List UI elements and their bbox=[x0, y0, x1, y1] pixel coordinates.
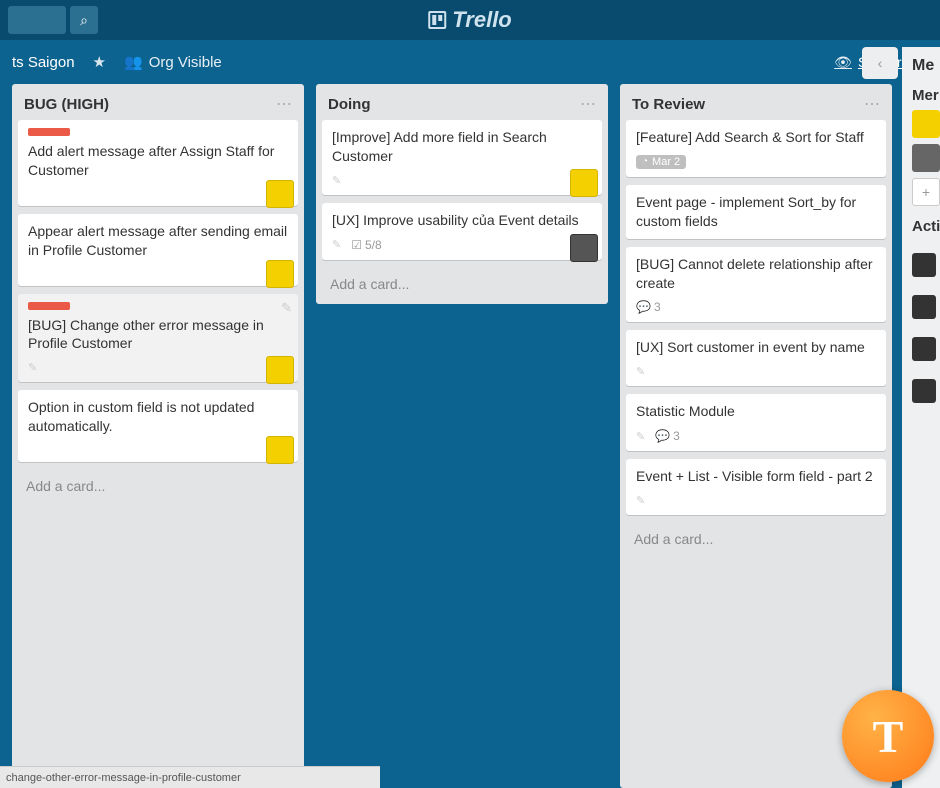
card-list: Add alert message after Assign Staff for… bbox=[18, 120, 298, 468]
star-icon[interactable]: ★ bbox=[93, 53, 106, 71]
add-card-button[interactable]: Add a card... bbox=[18, 468, 298, 506]
list-title[interactable]: BUG (HIGH) bbox=[24, 96, 109, 113]
members-heading: Mer bbox=[912, 87, 936, 104]
card-title: Statistic Module bbox=[636, 402, 876, 421]
pencil-icon: ✎ bbox=[636, 494, 645, 507]
list-menu-icon[interactable]: ⋯ bbox=[864, 94, 880, 114]
member-avatar[interactable] bbox=[912, 110, 940, 138]
comments-badge: 💬 3 bbox=[636, 300, 661, 314]
app-root: ⌕ Trello ts Saigon ★ 👥 Org Visible 👁 Sub… bbox=[0, 0, 940, 788]
card[interactable]: Event + List - Visible form field - part… bbox=[626, 459, 886, 515]
trello-icon bbox=[428, 11, 446, 29]
card-title: [BUG] Cannot delete relationship after c… bbox=[636, 255, 876, 293]
card-list: [Feature] Add Search & Sort for Staff ◔M… bbox=[626, 120, 886, 521]
list-title[interactable]: To Review bbox=[632, 96, 705, 113]
menu-title: Me bbox=[912, 57, 936, 75]
card[interactable]: [Improve] Add more field in Search Custo… bbox=[322, 120, 602, 195]
top-bar: ⌕ Trello bbox=[0, 0, 940, 40]
member-avatar bbox=[266, 356, 294, 384]
eye-icon: 👁 bbox=[834, 54, 852, 71]
search-button[interactable]: ⌕ bbox=[70, 6, 98, 34]
add-card-button[interactable]: Add a card... bbox=[322, 266, 602, 304]
clock-icon: ◔ bbox=[642, 156, 648, 167]
activity-avatar bbox=[912, 337, 936, 361]
card-title: Event + List - Visible form field - part… bbox=[636, 467, 876, 486]
label-red bbox=[28, 302, 70, 310]
card-title: Appear alert message after sending email… bbox=[28, 222, 288, 260]
board-name[interactable]: ts Saigon bbox=[12, 54, 75, 71]
list-bug-high: BUG (HIGH) ⋯ Add alert message after Ass… bbox=[12, 84, 304, 788]
brand-logo[interactable]: Trello bbox=[428, 7, 512, 33]
card-title: [UX] Sort customer in event by name bbox=[636, 338, 876, 357]
list-title[interactable]: Doing bbox=[328, 96, 371, 113]
activity-avatar bbox=[912, 379, 936, 403]
list-menu-icon[interactable]: ⋯ bbox=[276, 94, 292, 114]
card-list: [Improve] Add more field in Search Custo… bbox=[322, 120, 602, 266]
pencil-icon: ✎ bbox=[332, 174, 341, 187]
add-member-button[interactable]: + bbox=[912, 178, 940, 206]
search-input[interactable] bbox=[8, 6, 66, 34]
member-avatar bbox=[266, 436, 294, 464]
card[interactable]: [UX] Improve usability của Event details… bbox=[322, 203, 602, 260]
activity-avatar bbox=[912, 253, 936, 277]
search-icon: ⌕ bbox=[80, 12, 88, 29]
add-card-button[interactable]: Add a card... bbox=[626, 521, 886, 559]
status-bar: change-other-error-message-in-profile-cu… bbox=[0, 766, 380, 788]
comments-badge: 💬 3 bbox=[655, 429, 680, 443]
card[interactable]: [BUG] Cannot delete relationship after c… bbox=[626, 247, 886, 323]
card[interactable]: Option in custom field is not updated au… bbox=[18, 390, 298, 462]
board-bar: ts Saigon ★ 👥 Org Visible 👁 Subscribed bbox=[0, 40, 940, 84]
pencil-icon: ✎ bbox=[636, 430, 645, 443]
card-title: [BUG] Change other error message in Prof… bbox=[28, 316, 288, 354]
card-title: Add alert message after Assign Staff for… bbox=[28, 142, 288, 180]
card[interactable]: Appear alert message after sending email… bbox=[18, 214, 298, 286]
edit-icon[interactable]: ✎ bbox=[281, 300, 292, 316]
pencil-icon: ✎ bbox=[28, 361, 37, 374]
card[interactable]: Add alert message after Assign Staff for… bbox=[18, 120, 298, 206]
visibility-label: Org Visible bbox=[149, 54, 222, 71]
list-doing: Doing ⋯ [Improve] Add more field in Sear… bbox=[316, 84, 608, 304]
card[interactable]: [UX] Sort customer in event by name ✎ bbox=[626, 330, 886, 386]
card-title: [UX] Improve usability của Event details bbox=[332, 211, 592, 230]
status-text: change-other-error-message-in-profile-cu… bbox=[6, 772, 241, 784]
watermark-badge: T bbox=[842, 690, 934, 782]
list-menu-icon[interactable]: ⋯ bbox=[580, 94, 596, 114]
brand-name: Trello bbox=[452, 7, 512, 33]
checklist-badge: ☑ 5/8 bbox=[351, 238, 381, 252]
card-title: [Improve] Add more field in Search Custo… bbox=[332, 128, 592, 166]
member-avatar bbox=[570, 234, 598, 262]
show-menu-button[interactable]: ‹ bbox=[862, 47, 898, 79]
card[interactable]: Statistic Module ✎ 💬 3 bbox=[626, 394, 886, 451]
group-icon: 👥 bbox=[124, 53, 143, 71]
card-title: [Feature] Add Search & Sort for Staff bbox=[636, 128, 876, 147]
card[interactable]: ✎ [BUG] Change other error message in Pr… bbox=[18, 294, 298, 383]
due-date-badge: ◔Mar 2 bbox=[636, 155, 686, 169]
pencil-icon: ✎ bbox=[332, 238, 341, 251]
label-red bbox=[28, 128, 70, 136]
card[interactable]: [Feature] Add Search & Sort for Staff ◔M… bbox=[626, 120, 886, 177]
card-title: Event page - implement Sort_by for custo… bbox=[636, 193, 876, 231]
board-canvas[interactable]: ⋯ BUG (HIGH) ⋯ Add alert message after A… bbox=[0, 84, 940, 788]
visibility-button[interactable]: 👥 Org Visible bbox=[124, 53, 222, 71]
member-avatar bbox=[266, 180, 294, 208]
activity-avatar bbox=[912, 295, 936, 319]
member-avatar[interactable] bbox=[912, 144, 940, 172]
board-menu-panel: Me Mer + Acti bbox=[902, 47, 940, 788]
list-to-review: To Review ⋯ [Feature] Add Search & Sort … bbox=[620, 84, 892, 788]
card[interactable]: Event page - implement Sort_by for custo… bbox=[626, 185, 886, 239]
activity-heading: Acti bbox=[912, 218, 936, 235]
card-title: Option in custom field is not updated au… bbox=[28, 398, 288, 436]
member-avatar bbox=[266, 260, 294, 288]
member-avatar bbox=[570, 169, 598, 197]
pencil-icon: ✎ bbox=[636, 365, 645, 378]
